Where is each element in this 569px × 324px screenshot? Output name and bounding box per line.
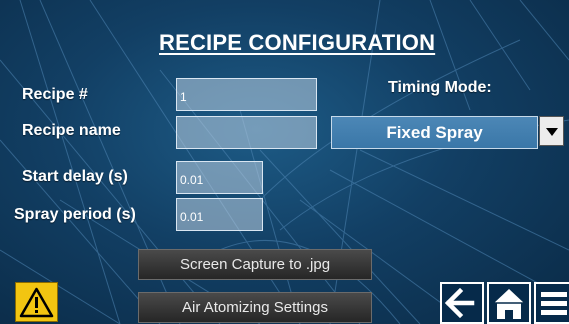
air-atomizing-settings-button[interactable]: Air Atomizing Settings	[138, 292, 372, 323]
recipe-number-label: Recipe #	[22, 86, 88, 103]
back-arrow-icon	[444, 287, 475, 319]
spray-period-field[interactable]: 0.01	[176, 198, 263, 231]
back-button[interactable]	[440, 282, 484, 324]
start-delay-label: Start delay (s)	[22, 168, 128, 185]
home-icon	[491, 286, 527, 319]
alarm-button[interactable]	[15, 282, 58, 322]
screen-capture-button[interactable]: Screen Capture to .jpg	[138, 249, 372, 280]
recipe-name-label: Recipe name	[22, 122, 121, 139]
recipe-configuration-screen: RECIPE CONFIGURATION Recipe # 1 Recipe n…	[0, 0, 569, 324]
recipe-name-field[interactable]	[176, 116, 317, 149]
timing-mode-select[interactable]: Fixed Spray	[331, 116, 538, 149]
timing-mode-label: Timing Mode:	[388, 79, 492, 96]
menu-icon	[541, 292, 567, 315]
menu-button[interactable]	[534, 282, 569, 324]
recipe-number-field[interactable]: 1	[176, 78, 317, 111]
chevron-down-icon[interactable]	[539, 116, 564, 146]
page-title: RECIPE CONFIGURATION	[159, 30, 436, 55]
home-button[interactable]	[487, 282, 531, 324]
warning-icon	[19, 287, 54, 318]
spray-period-label: Spray period (s)	[14, 206, 136, 223]
start-delay-field[interactable]: 0.01	[176, 161, 263, 194]
